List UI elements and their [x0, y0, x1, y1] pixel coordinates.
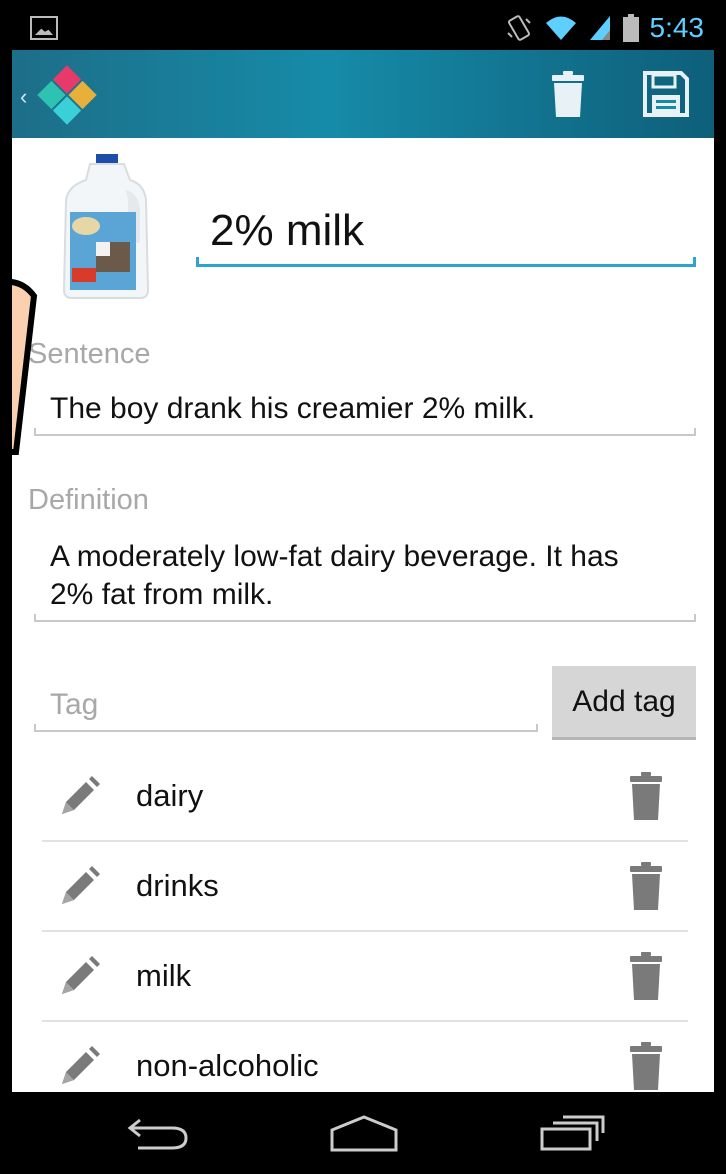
trash-icon	[552, 71, 584, 117]
milk-jug-image[interactable]	[56, 150, 156, 300]
tag-list: dairy drinks milk non-alcoholic	[42, 752, 688, 1112]
wifi-icon	[545, 16, 576, 40]
back-button[interactable]	[108, 1104, 208, 1162]
recent-apps-icon	[540, 1115, 605, 1151]
vibrate-icon	[506, 15, 531, 41]
navigation-bar	[12, 1092, 714, 1174]
delete-card-button[interactable]	[540, 66, 596, 122]
trash-icon[interactable]	[628, 772, 664, 820]
trash-icon[interactable]	[628, 952, 664, 1000]
definition-line-1: A moderately low-fat dairy beverage. It …	[50, 540, 619, 573]
up-caret-icon[interactable]: ‹	[20, 84, 27, 110]
tag-label: non-alcoholic	[136, 1048, 319, 1083]
gallery-notification-icon	[30, 16, 58, 40]
tag-label: dairy	[136, 778, 204, 813]
status-bar: 5:43	[12, 6, 714, 50]
floppy-disk-icon	[643, 71, 689, 117]
screen: 5:43 ‹ 2% milk Sentence The boy drank hi…	[12, 6, 714, 1174]
tag-label: drinks	[136, 868, 219, 903]
tag-row: milk	[42, 932, 688, 1022]
home-icon	[330, 1115, 398, 1152]
recent-apps-button[interactable]	[522, 1104, 622, 1162]
tag-row: dairy	[42, 752, 688, 842]
definition-label: Definition	[28, 484, 149, 516]
tag-input-field[interactable]	[34, 678, 538, 732]
pencil-icon[interactable]	[56, 954, 102, 1000]
signal-icon	[589, 16, 610, 40]
sentence-field[interactable]: The boy drank his creamier 2% milk.	[34, 384, 696, 436]
pencil-icon[interactable]	[56, 864, 102, 910]
finger-overlay-icon	[12, 279, 38, 455]
tag-row: drinks	[42, 842, 688, 932]
trash-icon[interactable]	[628, 862, 664, 910]
definition-field[interactable]: A moderately low-fat dairy beverage. It …	[34, 534, 696, 622]
clock: 5:43	[649, 12, 705, 43]
tag-label: milk	[136, 958, 192, 993]
pencil-icon[interactable]	[56, 774, 102, 820]
card-name-field[interactable]: 2% milk	[196, 196, 696, 267]
battery-icon	[622, 14, 639, 42]
sentence-value: The boy drank his creamier 2% milk.	[50, 392, 536, 425]
back-arrow-icon	[127, 1118, 188, 1150]
definition-line-2: 2% fat from milk.	[50, 578, 274, 611]
card-name-value: 2% milk	[210, 206, 365, 255]
trash-icon[interactable]	[628, 1042, 664, 1090]
app-logo-icon[interactable]	[34, 62, 100, 128]
save-card-button[interactable]	[638, 66, 694, 122]
home-button[interactable]	[314, 1104, 414, 1162]
action-bar: ‹	[12, 50, 714, 138]
pencil-icon[interactable]	[56, 1044, 102, 1090]
tag-input[interactable]	[48, 682, 522, 728]
add-tag-button[interactable]: Add tag	[552, 666, 696, 740]
